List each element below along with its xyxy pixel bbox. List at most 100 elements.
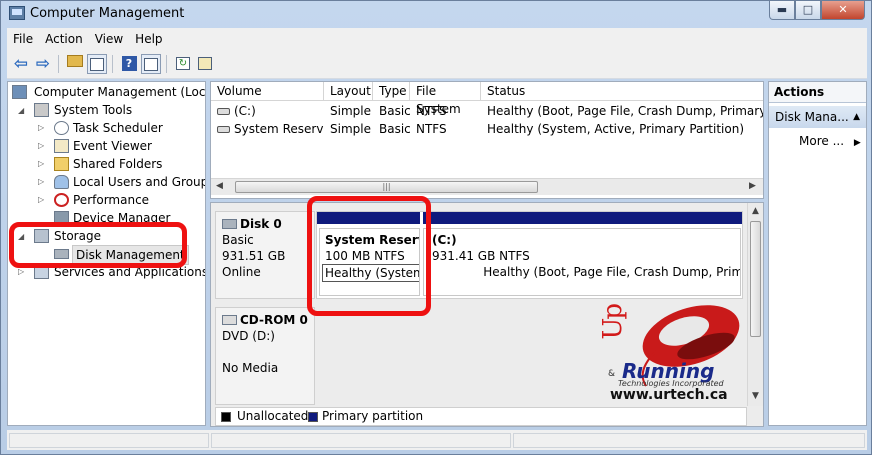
cdrom-title: CD-ROM 0 <box>222 312 308 328</box>
partition-status-tooltip: Healthy (System, Active, Primary Partiti… <box>322 264 419 282</box>
tree-label: Task Scheduler <box>73 121 163 135</box>
status-segment <box>513 433 865 448</box>
partition-c[interactable]: (C:) 931.41 GB NTFS xxxxxxxxxxxxxxxxxxxx… <box>423 228 741 296</box>
toolbar-separator <box>112 55 113 73</box>
partition-status: xxxxxxxxxxxxxxxxxxxxxxHealthy (Boot, Pag… <box>483 265 740 279</box>
volume-cell: System Reserved <box>211 120 324 138</box>
expand-triangle-icon[interactable]: ▷ <box>38 119 44 137</box>
column-header-layout[interactable]: Layout <box>324 82 373 101</box>
maximize-button[interactable]: □ <box>795 1 821 20</box>
up-folder-icon[interactable] <box>65 54 85 74</box>
forward-arrow-icon[interactable]: ⇨ <box>33 54 53 74</box>
window-controls: ▬ □ ✕ <box>769 1 865 21</box>
title-bar[interactable]: Computer Management ▬ □ ✕ <box>1 1 871 27</box>
menu-file[interactable]: File <box>7 32 39 46</box>
partition-label: (C:) <box>432 233 457 247</box>
close-button[interactable]: ✕ <box>821 1 865 20</box>
status-cell: Healthy (System, Active, Primary Partiti… <box>487 122 745 136</box>
submenu-arrow-icon: ▶ <box>853 138 861 148</box>
actions-header: Actions <box>769 82 866 103</box>
performance-icon <box>54 193 69 207</box>
disk-0-size: 931.51 GB <box>222 249 286 263</box>
cdrom-media: No Media <box>222 361 279 375</box>
layout-cell: Simple <box>330 104 371 118</box>
back-arrow-icon[interactable]: ⇦ <box>11 54 31 74</box>
tree-item-task-scheduler[interactable]: ▷ Task Scheduler <box>12 119 202 137</box>
column-header-type[interactable]: Type <box>373 82 410 101</box>
show-hide-action-pane-icon[interactable] <box>141 54 161 74</box>
scroll-right-icon[interactable]: ▶ <box>749 181 756 191</box>
more-actions-label: More ... <box>799 134 845 148</box>
help-icon[interactable]: ? <box>119 54 139 74</box>
disk-0-state: Online <box>222 265 261 279</box>
column-header-volume[interactable]: Volume <box>211 82 324 101</box>
menu-view[interactable]: View <box>89 32 129 46</box>
tree-label: Computer Management (Local) <box>34 85 206 99</box>
type-cell: Basic <box>379 104 410 118</box>
column-header-file-system[interactable]: File System <box>410 82 481 116</box>
scroll-left-icon[interactable]: ◀ <box>216 181 223 191</box>
cdrom-icon <box>222 315 237 325</box>
expand-triangle-icon[interactable]: ▷ <box>38 191 44 209</box>
tree-item-performance[interactable]: ▷ Performance <box>12 191 202 209</box>
tree-label: Local Users and Groups <box>73 175 206 189</box>
disk-0-kind: Basic <box>222 233 254 247</box>
cdrom-0-header[interactable]: CD-ROM 0 DVD (D:) No Media <box>215 307 315 405</box>
users-icon <box>54 175 69 189</box>
legend-primary: Primary partition <box>322 409 424 423</box>
tree-item-system-tools[interactable]: ◢ System Tools <box>12 101 202 119</box>
expand-triangle-icon[interactable]: ▷ <box>38 137 44 155</box>
type-cell: Basic <box>379 122 410 136</box>
volume-icon <box>217 108 230 115</box>
tree-item-event-viewer[interactable]: ▷ Event Viewer <box>12 137 202 155</box>
volume-list: Volume Layout Type File System Status (C… <box>210 81 764 199</box>
horizontal-scrollbar[interactable]: ◀ ||| ▶ <box>211 178 763 195</box>
scrollbar-thumb[interactable]: ||| <box>235 181 538 193</box>
fs-cell: NTFS <box>416 104 447 118</box>
disk-0-title: Disk 0 <box>222 216 308 232</box>
more-actions[interactable]: More ... ▶ <box>799 132 861 152</box>
highlight-disk-management <box>9 222 187 268</box>
menu-help[interactable]: Help <box>129 32 168 46</box>
logo-up-text: Up <box>598 305 628 340</box>
clock-icon <box>54 121 69 135</box>
toolbar-separator <box>166 55 167 73</box>
event-viewer-icon <box>54 139 69 153</box>
column-header-status[interactable]: Status <box>481 82 763 101</box>
expand-triangle-icon[interactable]: ▷ <box>38 173 44 191</box>
logo-url: www.urtech.ca <box>610 387 728 403</box>
partition-bar-c <box>423 212 742 224</box>
volume-name: System Reserved <box>234 122 324 136</box>
show-hide-tree-icon[interactable] <box>87 54 107 74</box>
minimize-button[interactable]: ▬ <box>769 1 795 20</box>
tree-label: Event Viewer <box>73 139 152 153</box>
disk-icon <box>222 219 237 229</box>
status-segment <box>9 433 209 448</box>
status-cell: Healthy (Boot, Page File, Crash Dump, Pr… <box>487 104 764 118</box>
collapse-triangle-icon[interactable]: ◢ <box>18 102 24 120</box>
legend-swatch-primary <box>308 412 318 422</box>
fs-cell: NTFS <box>416 122 447 136</box>
disk-0-header[interactable]: Disk 0 Basic 931.51 GB Online <box>215 211 315 299</box>
menu-action[interactable]: Action <box>39 32 89 46</box>
system-tools-icon <box>34 103 49 117</box>
tree-label: Shared Folders <box>73 157 163 171</box>
window-title: Computer Management <box>30 6 185 21</box>
shared-folder-icon <box>54 157 69 171</box>
menu-bar: File Action View Help <box>7 28 867 49</box>
tree-item-shared-folders[interactable]: ▷ Shared Folders <box>12 155 202 173</box>
status-bar <box>7 430 867 450</box>
actions-section-disk-management[interactable]: Disk Mana... ▲ <box>769 106 866 128</box>
scroll-up-icon[interactable]: ▲ <box>752 206 759 216</box>
legend-swatch-unallocated <box>221 412 231 422</box>
properties-icon[interactable] <box>195 54 215 74</box>
refresh-icon[interactable]: ↻ <box>173 54 193 74</box>
tree-item-local-users[interactable]: ▷ Local Users and Groups <box>12 173 205 191</box>
computer-management-window: Computer Management ▬ □ ✕ File Action Vi… <box>0 0 872 455</box>
computer-icon <box>12 85 27 99</box>
expand-triangle-icon[interactable]: ▷ <box>38 155 44 173</box>
partition-size: 931.41 GB NTFS <box>432 249 530 263</box>
collapse-arrow-icon[interactable]: ▲ <box>853 106 860 128</box>
volume-name: (C:) <box>234 104 256 118</box>
